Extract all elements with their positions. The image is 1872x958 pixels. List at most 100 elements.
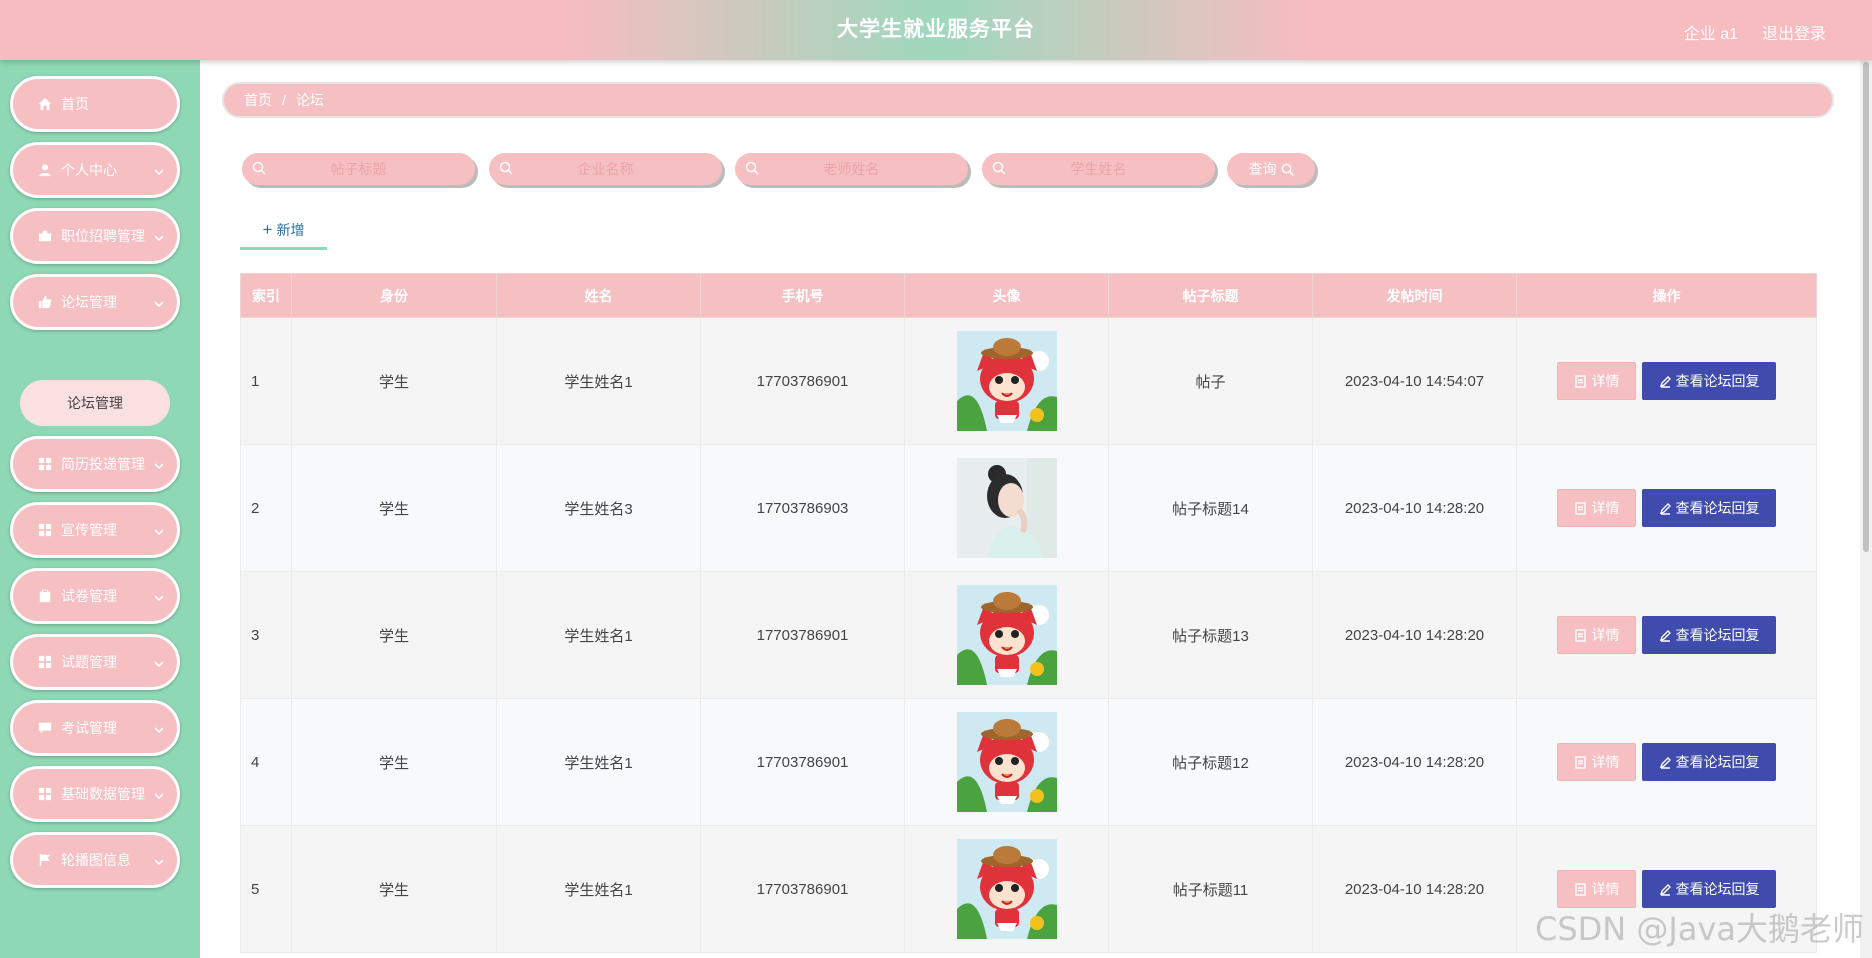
cell-post-title: 帖子标题11 bbox=[1108, 825, 1313, 953]
sidebar-item-label: 基础数据管理 bbox=[61, 786, 145, 802]
detail-button-label: 详情 bbox=[1591, 627, 1620, 643]
detail-button[interactable]: 详情 bbox=[1557, 362, 1636, 400]
detail-button[interactable]: 详情 bbox=[1557, 870, 1636, 908]
app-title: 大学生就业服务平台 bbox=[837, 18, 1035, 41]
sidebar: 首页 个人中心 职位招聘管理 论坛管理 论坛管理 简历投递管理 宣传管理 试卷管… bbox=[0, 60, 200, 958]
grid-icon bbox=[37, 786, 53, 802]
breadcrumb-current: 论坛 bbox=[295, 92, 324, 108]
view-replies-button[interactable]: 查看论坛回复 bbox=[1642, 616, 1776, 654]
cell-post-title: 帖子标题14 bbox=[1108, 444, 1313, 572]
cell-actions: 详情 查看论坛回复 bbox=[1516, 698, 1817, 826]
scrollbar-thumb[interactable] bbox=[1863, 62, 1869, 552]
thumb-icon bbox=[37, 294, 53, 310]
detail-button[interactable]: 详情 bbox=[1557, 489, 1636, 527]
chevron-down-icon bbox=[153, 165, 165, 177]
cell-phone: 17703786901 bbox=[700, 317, 905, 445]
top-header: 大学生就业服务平台 企业 a1 退出登录 bbox=[0, 0, 1872, 60]
detail-button[interactable]: 详情 bbox=[1557, 616, 1636, 654]
column-header: 手机号 bbox=[700, 273, 905, 318]
view-replies-button-label: 查看论坛回复 bbox=[1675, 373, 1760, 389]
avatar bbox=[956, 458, 1057, 558]
table-row: 2 学生 学生姓名3 17703786903 帖子标题14 2023-04-10 14:2… bbox=[240, 444, 1817, 572]
cell-actions: 详情 查看论坛回复 bbox=[1516, 317, 1817, 445]
flag-icon bbox=[37, 852, 53, 868]
sidebar-item-exam-paper[interactable]: 试卷管理 bbox=[10, 568, 180, 624]
edit-icon bbox=[1659, 375, 1671, 388]
edit-icon bbox=[1659, 756, 1671, 769]
student-name-input[interactable] bbox=[982, 153, 1215, 185]
company-name-search bbox=[489, 153, 722, 185]
user-icon bbox=[37, 162, 53, 178]
column-header: 头像 bbox=[904, 273, 1109, 318]
column-header: 身份 bbox=[291, 273, 497, 318]
briefcase-icon bbox=[37, 228, 53, 244]
cell-index: 3 bbox=[240, 571, 292, 699]
submenu-forum-management[interactable]: 论坛管理 bbox=[20, 380, 170, 426]
cell-index: 1 bbox=[240, 317, 292, 445]
sidebar-item-exam[interactable]: 考试管理 bbox=[10, 700, 180, 756]
sidebar-item-carousel[interactable]: 轮播图信息 bbox=[10, 832, 180, 888]
cell-phone: 17703786901 bbox=[700, 571, 905, 699]
cell-phone: 17703786903 bbox=[700, 444, 905, 572]
add-button[interactable]: + 新增 bbox=[240, 212, 327, 250]
view-replies-button[interactable]: 查看论坛回复 bbox=[1642, 489, 1776, 527]
cell-name: 学生姓名1 bbox=[496, 698, 701, 826]
plus-icon: + bbox=[262, 219, 273, 239]
cell-avatar bbox=[904, 571, 1109, 699]
sidebar-item-label: 简历投递管理 bbox=[61, 456, 145, 472]
cell-post-time: 2023-04-10 14:28:20 bbox=[1312, 571, 1517, 699]
logout-link[interactable]: 退出登录 bbox=[1762, 20, 1826, 44]
cell-post-time: 2023-04-10 14:28:20 bbox=[1312, 444, 1517, 572]
cell-post-time: 2023-04-10 14:54:07 bbox=[1312, 317, 1517, 445]
cell-post-time: 2023-04-10 14:28:20 bbox=[1312, 698, 1517, 826]
sidebar-item-question[interactable]: 试题管理 bbox=[10, 634, 180, 690]
document-icon bbox=[1574, 755, 1586, 769]
avatar bbox=[956, 331, 1057, 431]
breadcrumb: 首页 / 论坛 bbox=[222, 82, 1834, 118]
edit-icon bbox=[1659, 502, 1671, 515]
breadcrumb-home[interactable]: 首页 bbox=[244, 90, 272, 110]
current-user[interactable]: 企业 a1 bbox=[1684, 20, 1738, 44]
cell-post-title: 帖子标题13 bbox=[1108, 571, 1313, 699]
cell-post-title: 帖子 bbox=[1108, 317, 1313, 445]
view-replies-button[interactable]: 查看论坛回复 bbox=[1642, 743, 1776, 781]
query-button[interactable]: 查询 bbox=[1227, 153, 1315, 185]
view-replies-button-label: 查看论坛回复 bbox=[1675, 881, 1760, 897]
cell-name: 学生姓名1 bbox=[496, 571, 701, 699]
grid-icon bbox=[37, 456, 53, 472]
table-row: 1 学生 学生姓名1 17703786901 帖子 2023-04-10 14:54:07… bbox=[240, 317, 1817, 445]
column-header: 发帖时间 bbox=[1312, 273, 1517, 318]
view-replies-button[interactable]: 查看论坛回复 bbox=[1642, 870, 1776, 908]
cell-post-title: 帖子标题12 bbox=[1108, 698, 1313, 826]
detail-button-label: 详情 bbox=[1591, 754, 1620, 770]
teacher-name-input[interactable] bbox=[735, 153, 968, 185]
cell-role: 学生 bbox=[291, 317, 497, 445]
document-icon bbox=[1574, 374, 1586, 388]
add-button-label: 新增 bbox=[276, 221, 305, 238]
cell-actions: 详情 查看论坛回复 bbox=[1516, 444, 1817, 572]
view-replies-button-label: 查看论坛回复 bbox=[1675, 627, 1760, 643]
sidebar-item-base-data[interactable]: 基础数据管理 bbox=[10, 766, 180, 822]
document-icon bbox=[1574, 628, 1586, 642]
sidebar-item-home[interactable]: 首页 bbox=[10, 76, 180, 132]
post-title-input[interactable] bbox=[242, 153, 475, 185]
sidebar-item-resume-delivery[interactable]: 简历投递管理 bbox=[10, 436, 180, 492]
sidebar-item-promotion[interactable]: 宣传管理 bbox=[10, 502, 180, 558]
breadcrumb-separator: / bbox=[282, 92, 286, 108]
cell-index: 5 bbox=[240, 825, 292, 953]
table-header-row: 索引 身份 姓名 手机号 头像 帖子标题 发帖时间 操作 bbox=[240, 273, 1817, 318]
edit-icon bbox=[1659, 883, 1671, 896]
sidebar-item-forum-management[interactable]: 论坛管理 bbox=[10, 274, 180, 330]
sidebar-item-personal-center[interactable]: 个人中心 bbox=[10, 142, 180, 198]
detail-button[interactable]: 详情 bbox=[1557, 743, 1636, 781]
company-name-input[interactable] bbox=[489, 153, 722, 185]
view-replies-button-label: 查看论坛回复 bbox=[1675, 500, 1760, 516]
sidebar-item-label: 职位招聘管理 bbox=[61, 228, 145, 244]
sidebar-item-label: 宣传管理 bbox=[61, 522, 117, 538]
view-replies-button[interactable]: 查看论坛回复 bbox=[1642, 362, 1776, 400]
chevron-down-icon bbox=[153, 723, 165, 735]
sidebar-item-job-recruitment[interactable]: 职位招聘管理 bbox=[10, 208, 180, 264]
chevron-down-icon bbox=[153, 855, 165, 867]
sidebar-item-label: 个人中心 bbox=[61, 162, 117, 178]
scrollbar[interactable] bbox=[1860, 60, 1872, 958]
